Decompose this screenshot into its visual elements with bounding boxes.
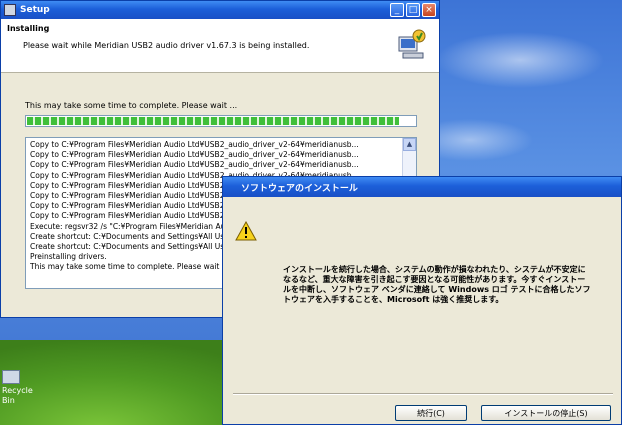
stop-installation-button[interactable]: インストールの停止(S): [481, 405, 611, 421]
setup-app-icon: [4, 4, 16, 16]
dialog-separator: [233, 393, 613, 395]
dialog-title: ソフトウェアのインストール: [241, 183, 358, 194]
installer-computer-icon: [398, 29, 426, 59]
continue-button[interactable]: 続行(C): [395, 405, 467, 421]
window-controls: _ □ ×: [390, 3, 436, 17]
desktop-icon-recycle-bin[interactable]: Recycle Bin: [2, 370, 33, 406]
dialog-titlebar[interactable]: ソフトウェアのインストール: [223, 177, 621, 197]
close-button[interactable]: ×: [422, 3, 436, 17]
status-text: This may take some time to complete. Ple…: [25, 101, 238, 110]
scroll-up-button[interactable]: ▲: [403, 138, 416, 151]
dialog-message: インストールを続行した場合、システムの動作が損なわれたり、システムが不安定になる…: [283, 265, 591, 304]
installing-subtitle: Please wait while Meridian USB2 audio dr…: [23, 41, 310, 50]
maximize-button[interactable]: □: [406, 3, 420, 17]
warning-icon: [235, 221, 257, 241]
log-line: Copy to C:¥Program Files¥Meridian Audio …: [30, 160, 359, 170]
installing-heading: Installing: [7, 24, 50, 33]
setup-window-title: Setup: [20, 5, 50, 15]
desktop-wallpaper-hill: [0, 340, 240, 425]
log-line: Copy to C:¥Program Files¥Meridian Audio …: [30, 140, 359, 149]
progress-fill: [27, 117, 400, 125]
setup-titlebar[interactable]: Setup _ □ ×: [1, 1, 439, 19]
minimize-button[interactable]: _: [390, 3, 404, 17]
log-line: Copy to C:¥Program Files¥Meridian Audio …: [30, 150, 359, 160]
software-install-dialog: ソフトウェアのインストール インストールを続行した場合、システムの動作が損なわれ…: [222, 176, 622, 425]
recycle-bin-icon: [2, 370, 20, 384]
install-progress-bar: [25, 115, 417, 127]
setup-header-panel: Installing Please wait while Meridian US…: [1, 19, 439, 73]
